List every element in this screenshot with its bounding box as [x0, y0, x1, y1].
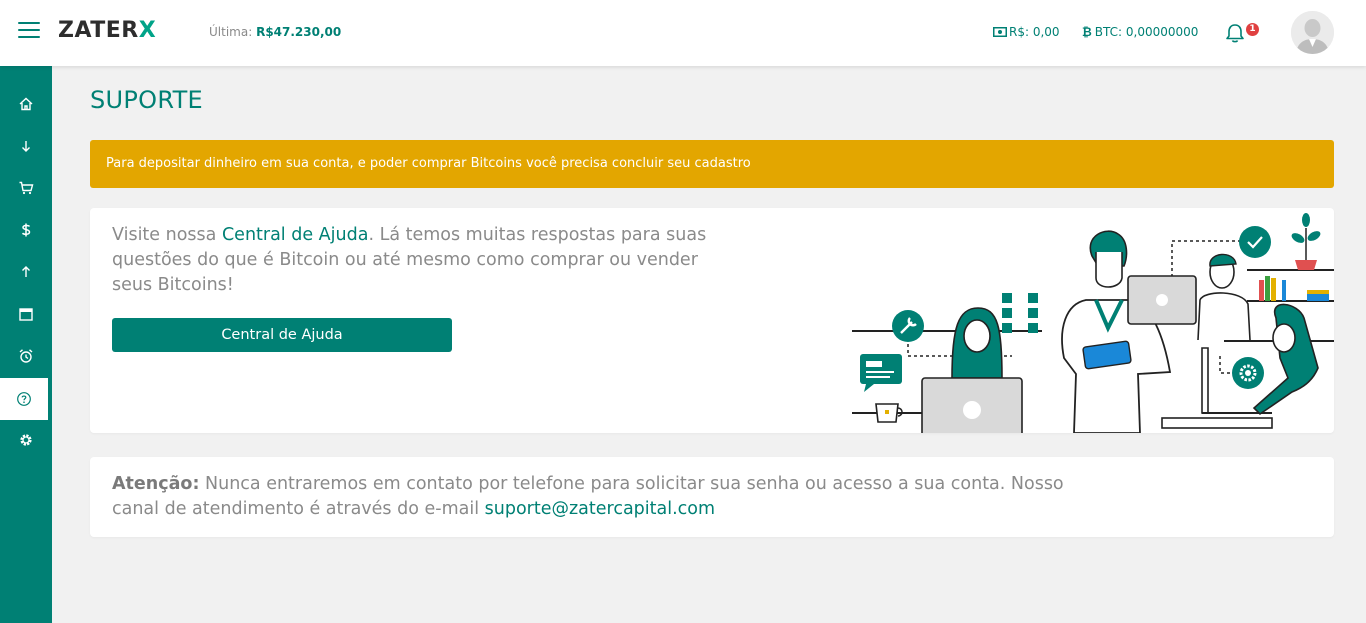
help-description: Visite nossa Central de Ajuda. Lá temos … — [112, 223, 732, 298]
sidebar-item-sell[interactable] — [0, 209, 52, 251]
arrow-down-icon — [22, 141, 30, 152]
bell-icon[interactable] — [1224, 22, 1246, 44]
logo-text: ZATER — [58, 18, 139, 43]
help-text-before: Visite nossa — [112, 225, 222, 245]
gear-icon — [20, 434, 32, 446]
sidebar-item-deposit[interactable] — [0, 125, 52, 167]
home-icon — [19, 97, 33, 111]
sidebar-item-withdraw[interactable] — [0, 251, 52, 293]
brl-balance: R$: 0,00 — [993, 25, 1060, 39]
notification-badge: 1 — [1246, 23, 1259, 36]
support-email-link[interactable]: suporte@zatercapital.com — [485, 499, 715, 519]
brl-balance-value: R$: 0,00 — [1009, 25, 1060, 39]
security-warning-card: Atenção: Nunca entraremos em contato por… — [90, 457, 1334, 537]
last-price-label: Última: — [209, 25, 253, 39]
dollar-icon — [21, 223, 31, 237]
alarm-clock-icon — [19, 349, 33, 363]
btc-balance-value: BTC: 0,00000000 — [1094, 25, 1199, 39]
help-center-button[interactable]: Central de Ajuda — [112, 318, 452, 352]
page-title: SUPORTE — [90, 86, 204, 114]
hamburger-menu-icon[interactable] — [18, 22, 40, 40]
calendar-icon — [19, 308, 33, 321]
sidebar-item-settings[interactable] — [0, 419, 52, 461]
last-price: Última: R$47.230,00 — [209, 25, 341, 39]
help-center-card: Visite nossa Central de Ajuda. Lá temos … — [90, 208, 1334, 433]
sidebar-item-alarm[interactable] — [0, 335, 52, 377]
warning-label: Atenção: — [112, 474, 200, 494]
logo-x: X — [138, 18, 157, 43]
sidebar-item-home[interactable] — [0, 83, 52, 125]
last-price-value: R$47.230,00 — [256, 25, 342, 39]
logo[interactable]: ZATERX — [58, 18, 156, 43]
registration-alert: Para depositar dinheiro em sua conta, e … — [90, 140, 1334, 188]
security-warning-text: Atenção: Nunca entraremos em contato por… — [112, 472, 1112, 522]
help-center-link[interactable]: Central de Ajuda — [222, 225, 368, 245]
btc-balance: ₿ BTC: 0,00000000 — [1082, 25, 1198, 39]
money-icon — [993, 27, 1007, 37]
top-bar: ZATERX Última: R$47.230,00 R$: 0,00 ₿ BTC… — [0, 0, 1366, 66]
arrow-up-icon — [22, 266, 30, 277]
bitcoin-icon: ₿ — [1082, 25, 1092, 39]
sidebar-item-calendar[interactable] — [0, 293, 52, 335]
sidebar-item-support[interactable] — [0, 378, 48, 420]
support-team-illustration — [852, 213, 1334, 433]
cart-icon — [19, 181, 34, 195]
help-icon — [17, 392, 31, 406]
sidebar-item-buy[interactable] — [0, 167, 52, 209]
avatar[interactable] — [1291, 11, 1334, 54]
sidebar — [0, 66, 52, 623]
